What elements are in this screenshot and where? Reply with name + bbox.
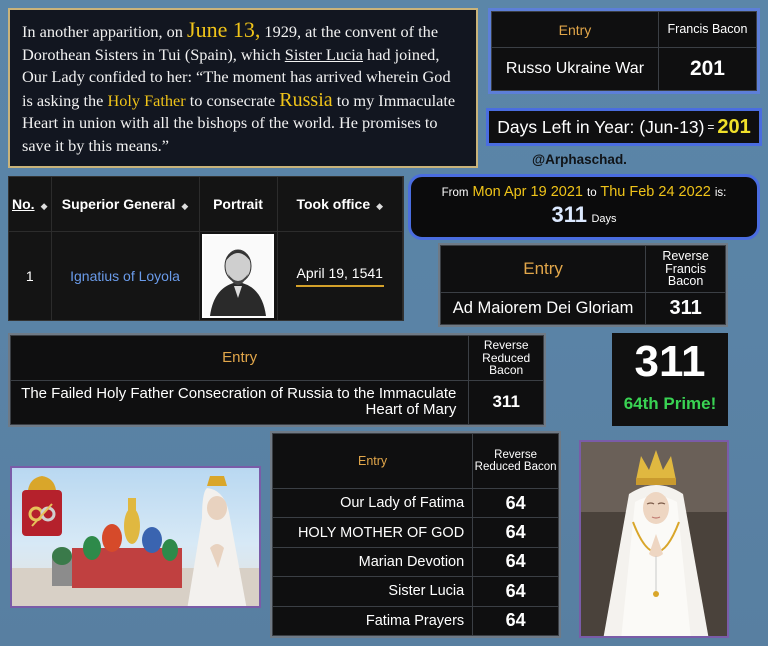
sort-icon[interactable]: ◆ — [41, 201, 48, 211]
table-cell-entry: Sister Lucia — [271, 576, 474, 607]
to-label: to — [587, 187, 597, 199]
table-cell-entry: Fatima Prayers — [271, 605, 474, 637]
days-unit: Days — [591, 213, 617, 225]
column-header-no[interactable]: No. ◆ — [9, 177, 52, 232]
sort-icon[interactable]: ◆ — [181, 201, 188, 211]
quote-date: June 13, — [187, 17, 261, 42]
table-cell-entry: Our Lady of Fatima — [271, 487, 474, 519]
table-row: 1 Ignatius of Loyola April 19, 1541 — [9, 231, 403, 320]
quote-text: to consecrate — [185, 90, 280, 110]
author-handle: @Arphaschad. — [532, 152, 627, 167]
table-header-entry: Entry — [491, 10, 659, 49]
ignatius-link[interactable]: Ignatius of Loyola — [51, 231, 200, 320]
equals-sign: = — [707, 120, 715, 134]
prime-box: 311 64th Prime! — [612, 333, 728, 426]
table-cell-entry: Ad Maiorem Dei Gloriam — [439, 292, 647, 325]
highlight-underline — [295, 284, 384, 287]
days-count: 311 — [551, 202, 587, 227]
our-lady-of-fatima-statue-image — [579, 440, 729, 638]
table-row: HOLY MOTHER OF GOD 64 — [271, 517, 559, 548]
cell-number: 1 — [9, 231, 52, 320]
table-cell-entry: Marian Devotion — [271, 546, 474, 578]
table-header-entry: Entry — [271, 433, 474, 489]
sort-icon[interactable]: ◆ — [376, 201, 383, 211]
ignatius-portrait-image — [202, 233, 274, 318]
from-label: From — [441, 187, 469, 199]
kremlin-fatima-collage-image — [10, 466, 261, 608]
table-header-cipher: Francis Bacon — [657, 10, 758, 49]
table-row: Sister Lucia 64 — [271, 576, 559, 607]
quote-russia: Russia — [279, 88, 333, 111]
table-row: Our Lady of Fatima 64 — [271, 487, 559, 519]
from-date: Mon Apr 19 2021 — [472, 184, 583, 200]
date-range-box: From Mon Apr 19 2021 to Thu Feb 24 2022 … — [408, 174, 760, 240]
to-date: Thu Feb 24 2022 — [600, 184, 711, 200]
took-office-cell: April 19, 1541 — [277, 231, 403, 320]
days-left-value: 201 — [717, 115, 751, 138]
reduced-bacon-64-table: Entry Reverse Reduced Bacon Our Lady of … — [270, 431, 561, 638]
table-cell-value: 64 — [472, 487, 559, 519]
table-header-cipher: Reverse Francis Bacon — [645, 244, 726, 294]
table-row: Marian Devotion 64 — [271, 546, 559, 578]
column-header-superior-general[interactable]: Superior General ◆ — [51, 177, 200, 232]
days-left-label: Days Left in Year: (Jun-13) — [497, 116, 705, 137]
quote-sister-lucia: Sister Lucia — [284, 44, 363, 64]
table-row: Fatima Prayers 64 — [271, 605, 559, 637]
amdg-table: Entry Reverse Francis Bacon Ad Maiorem D… — [438, 243, 728, 327]
portrait-cell — [199, 231, 278, 320]
table-cell-entry: The Failed Holy Father Consecration of R… — [9, 379, 470, 425]
quote-box: In another apparition, on June 13, 1929,… — [8, 8, 478, 168]
table-cell-value: 311 — [645, 292, 726, 325]
failed-consecration-table: Entry Reverse Reduced Bacon The Failed H… — [8, 333, 546, 427]
table-header-entry: Entry — [9, 335, 470, 381]
table-cell-value: 311 — [468, 379, 544, 425]
russo-ukraine-table: Entry Francis Bacon Russo Ukraine War 20… — [488, 8, 760, 94]
table-cell-value: 64 — [472, 546, 559, 578]
prime-label: 64th Prime! — [623, 394, 717, 413]
table-header-cipher: Reverse Reduced Bacon — [468, 335, 544, 381]
prime-value: 311 — [634, 337, 706, 386]
table-cell-value: 64 — [472, 605, 559, 637]
table-header-entry: Entry — [439, 244, 647, 294]
table-cell-entry: Russo Ukraine War — [491, 47, 659, 91]
took-office-date: April 19, 1541 — [296, 264, 383, 281]
quote-holy-father: Holy Father — [107, 90, 186, 110]
column-header-portrait: Portrait — [199, 177, 278, 232]
table-cell-value: 64 — [472, 576, 559, 607]
table-cell-entry: HOLY MOTHER OF GOD — [271, 517, 474, 548]
column-header-took-office[interactable]: Took office ◆ — [277, 177, 403, 232]
table-cell-value: 64 — [472, 517, 559, 548]
days-left-box: Days Left in Year: (Jun-13) = 201 — [486, 108, 762, 146]
quote-text: In another apparition, on — [22, 22, 183, 41]
superior-general-table: No. ◆ Superior General ◆ Portrait Took off… — [8, 176, 404, 321]
is-label: is: — [714, 187, 727, 199]
table-header-cipher: Reverse Reduced Bacon — [472, 433, 559, 489]
table-cell-value: 201 — [657, 47, 758, 91]
